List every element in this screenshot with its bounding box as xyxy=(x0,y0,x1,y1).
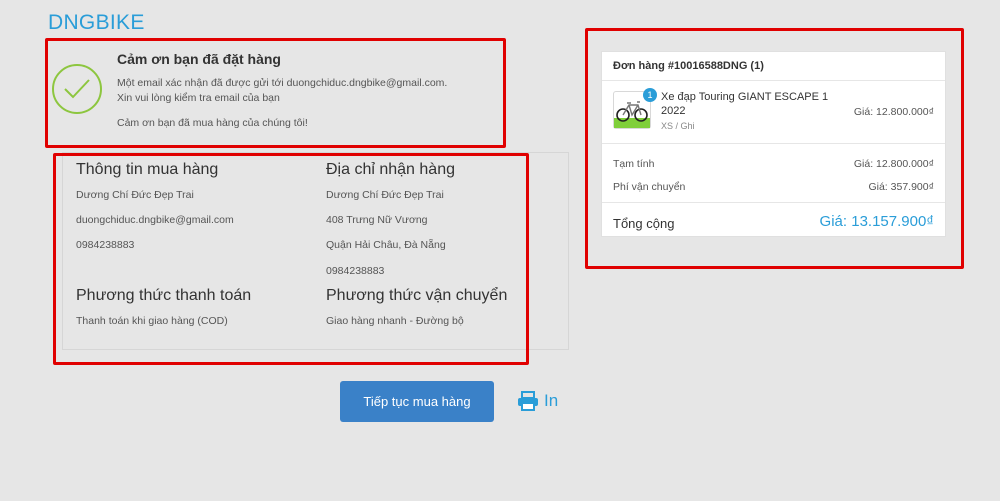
printer-icon xyxy=(518,391,538,411)
print-label: In xyxy=(544,391,559,410)
thanks-title: Cảm ơn bạn đã đặt hàng xyxy=(117,51,281,67)
payment-method-title: Phương thức thanh toán xyxy=(76,287,252,304)
order-number: Đơn hàng #10016588DNG (1) xyxy=(613,60,764,72)
subtotal-value: Giá: 12.800.000₫ xyxy=(853,158,934,170)
quantity-badge: 1 xyxy=(643,88,657,102)
check-email-text: Xin vui lòng kiểm tra email của bạn xyxy=(117,92,280,104)
shipping-fee-value: Giá: 357.900₫ xyxy=(868,181,934,193)
recipient-district: Quận Hải Châu, Đà Nẵng xyxy=(326,239,446,251)
brand-logo[interactable]: DNGBIKE xyxy=(48,11,145,35)
continue-shopping-button[interactable]: Tiếp tục mua hàng xyxy=(340,381,494,422)
recipient-street: 408 Trưng Nữ Vương xyxy=(326,214,428,226)
buyer-name: Dương Chí Đức Đẹp Trai xyxy=(76,189,194,201)
order-summary-header: Đơn hàng #10016588DNG (1) xyxy=(602,52,945,81)
order-summary-card: Đơn hàng #10016588DNG (1) 1 Xe đạp Touri… xyxy=(601,51,946,237)
payment-method-value: Thanh toán khi giao hàng (COD) xyxy=(76,315,228,327)
buyer-phone: 0984238883 xyxy=(76,239,135,251)
shipping-method-title: Phương thức vận chuyển xyxy=(326,287,508,304)
total-value: Giá: 13.157.900₫ xyxy=(819,213,934,230)
purchase-info-title: Thông tin mua hàng xyxy=(76,161,219,178)
total-label: Tổng cộng xyxy=(613,216,675,231)
shipping-address-title: Địa chỉ nhận hàng xyxy=(326,161,455,178)
highlight-box-info xyxy=(53,153,529,365)
product-price: Giá: 12.800.000₫ xyxy=(853,106,934,118)
shipping-method-value: Giao hàng nhanh - Đường bộ xyxy=(326,315,464,327)
recipient-phone: 0984238883 xyxy=(326,265,385,277)
confirmation-email-text: Một email xác nhận đã được gửi tới duong… xyxy=(117,77,448,89)
divider xyxy=(602,143,945,144)
shipping-fee-label: Phí vận chuyển xyxy=(613,181,686,193)
product-name: Xe đạp Touring GIANT ESCAPE 1 2022 xyxy=(661,91,829,117)
thank-you-purchase-text: Cảm ơn bạn đã mua hàng của chúng tôi! xyxy=(117,117,308,129)
check-circle-icon xyxy=(52,64,102,114)
divider xyxy=(602,202,945,203)
product-variant: XS / Ghi xyxy=(661,121,695,131)
print-link[interactable]: In xyxy=(517,391,558,411)
subtotal-label: Tạm tính xyxy=(613,158,655,170)
recipient-name: Dương Chí Đức Đẹp Trai xyxy=(326,189,444,201)
buyer-email: duongchiduc.dngbike@gmail.com xyxy=(76,214,234,226)
